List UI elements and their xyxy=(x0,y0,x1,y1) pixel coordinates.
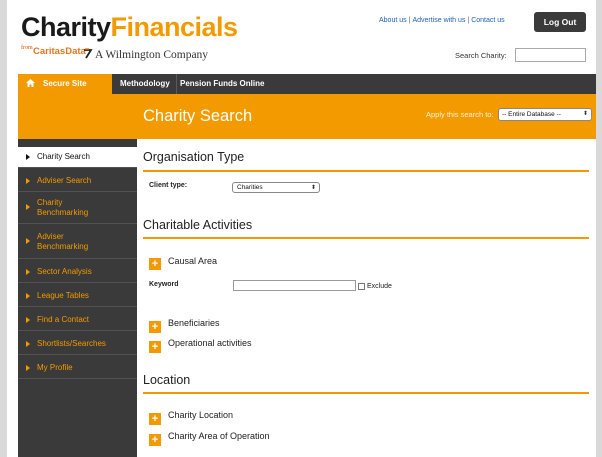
triangle-right-icon xyxy=(26,293,30,299)
section-divider xyxy=(143,170,589,172)
section-divider xyxy=(143,392,589,394)
wilmington-company: A Wilmington Company xyxy=(95,49,209,61)
sidebar-item-label: Charity Search xyxy=(37,152,90,161)
search-form: Organisation Type Client type: Charities… xyxy=(137,139,596,457)
select-arrow-icon: ⬍ xyxy=(310,185,316,191)
contact-us-link[interactable]: Contact us xyxy=(471,17,504,24)
home-icon xyxy=(26,79,35,87)
sidebar-item-sector-analysis[interactable]: Sector Analysis xyxy=(18,259,137,283)
sidebar-item-label: Shortlists/Searches xyxy=(37,339,106,348)
link-separator: | xyxy=(467,17,470,24)
sidebar-item-label: Adviser Search xyxy=(37,176,92,185)
charitable-activities-heading: Charitable Activities xyxy=(143,218,253,232)
page: CharityFinancials from CaritasData A Wil… xyxy=(7,0,596,457)
top-links: About us | Advertise with us | Contact us xyxy=(379,17,505,24)
sidebar-item-label: Adviser xyxy=(37,232,64,241)
page-header-band: Charity Search Apply this search to: -- … xyxy=(18,94,596,139)
select-arrow-icon: ⬍ xyxy=(582,111,588,117)
triangle-right-icon xyxy=(26,317,30,323)
logo-title-financials: Financials xyxy=(110,12,239,42)
area-of-operation-label[interactable]: Charity Area of Operation xyxy=(168,431,270,441)
client-type-value: Charities xyxy=(237,184,263,191)
sidebar-item-adviser-search[interactable]: Adviser Search xyxy=(18,170,137,192)
sidebar-item-label: Benchmarking xyxy=(37,208,89,217)
expand-plus-icon[interactable]: + xyxy=(149,413,161,425)
sidebar-item-label: League Tables xyxy=(37,291,89,300)
apply-search-value: -- Entire Database -- xyxy=(502,111,561,118)
nav-secure-site[interactable]: Secure Site xyxy=(18,74,112,94)
sidebar: Charity Search Adviser Search Charity Be… xyxy=(18,139,137,457)
apply-search-select[interactable]: -- Entire Database -- ⬍ xyxy=(498,108,592,121)
sidebar-item-label: Find a Contact xyxy=(37,315,90,324)
triangle-right-icon xyxy=(26,238,30,244)
triangle-right-icon xyxy=(26,365,30,371)
sidebar-item-adviser-benchmarking[interactable]: Adviser Benchmarking xyxy=(18,224,137,259)
caritas-arrow-icon xyxy=(84,48,93,59)
logo-title: CharityFinancials xyxy=(21,14,238,41)
main-nav: Secure Site Methodology Pension Funds On… xyxy=(18,74,596,94)
client-type-select[interactable]: Charities ⬍ xyxy=(232,182,320,193)
advertise-link[interactable]: Advertise with us xyxy=(412,17,465,24)
charity-location-label[interactable]: Charity Location xyxy=(168,410,233,420)
about-us-link[interactable]: About us xyxy=(379,17,407,24)
triangle-right-icon xyxy=(26,154,30,160)
nav-pension-funds[interactable]: Pension Funds Online xyxy=(176,74,268,94)
keyword-input[interactable] xyxy=(233,280,356,291)
search-charity-label: Search Charity: xyxy=(455,51,507,60)
logout-button[interactable]: Log Out xyxy=(534,12,586,32)
site-logo[interactable]: CharityFinancials from CaritasData A Wil… xyxy=(21,14,238,62)
sidebar-item-label: Sector Analysis xyxy=(37,267,92,276)
triangle-right-icon xyxy=(26,269,30,275)
logo-title-charity: Charity xyxy=(21,12,111,42)
link-separator: | xyxy=(408,17,411,24)
sidebar-item-label: Benchmarking xyxy=(37,242,89,251)
causal-area-label[interactable]: Causal Area xyxy=(168,256,217,266)
sidebar-item-label: My Profile xyxy=(37,363,73,372)
sidebar-item-shortlists[interactable]: Shortlists/Searches xyxy=(18,331,137,355)
expand-plus-icon[interactable]: + xyxy=(149,258,161,270)
search-charity-input[interactable] xyxy=(515,48,586,62)
exclude-label: Exclude xyxy=(367,283,392,290)
location-heading: Location xyxy=(143,373,191,387)
page-title: Charity Search xyxy=(143,107,253,125)
triangle-right-icon xyxy=(26,178,30,184)
caritasdata-logo: CaritasData xyxy=(33,46,86,57)
expand-plus-icon[interactable]: + xyxy=(149,341,161,353)
sidebar-item-charity-search[interactable]: Charity Search xyxy=(18,147,137,168)
keyword-label: Keyword xyxy=(149,281,179,288)
sidebar-item-my-profile[interactable]: My Profile xyxy=(18,355,137,379)
triangle-right-icon xyxy=(26,204,30,210)
organisation-type-heading: Organisation Type xyxy=(143,150,245,164)
browser-frame: CharityFinancials from CaritasData A Wil… xyxy=(0,0,602,457)
sidebar-item-league-tables[interactable]: League Tables xyxy=(18,283,137,307)
operational-activities-label[interactable]: Operational activities xyxy=(168,338,252,348)
logo-from: from xyxy=(21,45,33,51)
expand-plus-icon[interactable]: + xyxy=(149,434,161,446)
expand-plus-icon[interactable]: + xyxy=(149,321,161,333)
sidebar-item-label: Charity xyxy=(37,198,63,207)
sidebar-item-find-contact[interactable]: Find a Contact xyxy=(18,307,137,331)
beneficiaries-label[interactable]: Beneficiaries xyxy=(168,318,220,328)
section-divider xyxy=(143,237,589,239)
client-type-label: Client type: xyxy=(149,182,188,189)
sidebar-item-charity-benchmarking[interactable]: Charity Benchmarking xyxy=(18,192,137,224)
logo-subline: from CaritasData A Wilmington Company xyxy=(21,44,221,64)
apply-search-label: Apply this search to: xyxy=(426,110,494,119)
nav-methodology[interactable]: Methodology xyxy=(116,74,174,94)
exclude-checkbox[interactable] xyxy=(358,283,365,290)
triangle-right-icon xyxy=(26,341,30,347)
nav-secure-label: Secure Site xyxy=(43,79,87,88)
